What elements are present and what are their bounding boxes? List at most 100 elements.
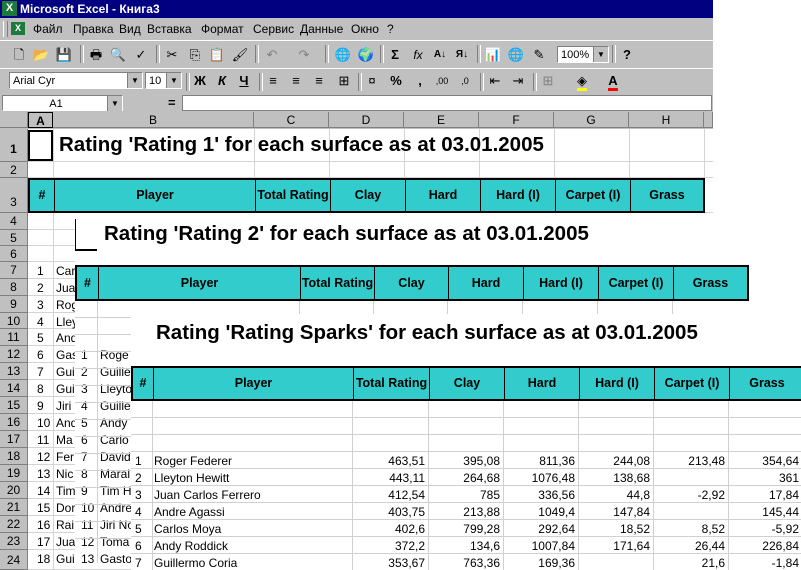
bold-button[interactable]: Ж (190, 71, 210, 91)
column-header-e[interactable]: E (404, 112, 479, 128)
chart-wizard-icon[interactable]: 📊 (483, 45, 503, 65)
row-header-10[interactable]: 10 (0, 313, 28, 329)
row-header-8[interactable]: 8 (0, 279, 28, 296)
open-icon[interactable]: 📂 (31, 45, 51, 65)
row-header-24[interactable]: 24 (0, 550, 28, 570)
copy-icon[interactable]: ⎘ (185, 45, 205, 65)
web-toolbar-icon[interactable]: 🌍 (356, 45, 376, 65)
print-preview-icon[interactable]: 🔍 (108, 45, 128, 65)
row-header-14[interactable]: 14 (0, 380, 28, 397)
row-header-4[interactable]: 4 (0, 213, 28, 230)
menu-window[interactable]: Окно (351, 22, 379, 36)
map-icon[interactable]: 🌐 (506, 45, 526, 65)
row-header-11[interactable]: 11 (0, 329, 28, 346)
menu-tools[interactable]: Сервис (253, 22, 294, 36)
name-box[interactable]: A1 ▼ (2, 95, 123, 111)
currency-icon[interactable]: ¤ (362, 71, 382, 91)
percent-icon[interactable]: % (386, 71, 406, 91)
row-header-17[interactable]: 17 (0, 431, 28, 448)
row-header-1[interactable]: 1 (0, 129, 28, 162)
chevron-down-icon[interactable]: ▼ (593, 47, 608, 62)
chevron-down-icon[interactable]: ▼ (127, 73, 142, 88)
spelling-icon[interactable]: ✓ (131, 45, 151, 65)
formula-equals-sign[interactable]: = (168, 95, 176, 110)
row-header-13[interactable]: 13 (0, 363, 28, 380)
select-all-corner[interactable] (0, 112, 28, 128)
font-size-select[interactable]: 10 ▼ (145, 72, 182, 89)
menu-grip[interactable] (3, 21, 8, 37)
hyperlink-icon[interactable]: 🌐 (333, 45, 353, 65)
row-header-21[interactable]: 21 (0, 499, 28, 516)
row-header-3[interactable]: 3 (0, 178, 28, 213)
sort-descending-icon[interactable]: Я↓ (452, 45, 472, 65)
italic-button[interactable]: К (212, 71, 232, 91)
font-value: Arial Cyr (13, 75, 56, 87)
merge-center-icon[interactable]: ⊞ (334, 71, 354, 91)
font-color-icon[interactable]: A (603, 71, 623, 91)
row-header-18[interactable]: 18 (0, 448, 28, 465)
function-wizard-icon[interactable]: fx (408, 45, 428, 65)
menu-file[interactable]: Файл (33, 22, 63, 36)
sort-ascending-icon[interactable]: A↓ (430, 45, 450, 65)
row-header-2[interactable]: 2 (0, 162, 28, 178)
format-painter-icon[interactable]: 🖌 (230, 45, 250, 65)
row-header-19[interactable]: 19 (0, 465, 28, 482)
sheet1-row-index: 4 (37, 315, 44, 329)
column-header-b[interactable]: B (53, 112, 254, 128)
row-header-5[interactable]: 5 (0, 230, 28, 246)
undo-icon[interactable]: ↶ (262, 45, 282, 65)
row-header-7[interactable]: 7 (0, 262, 28, 279)
workbook-icon[interactable]: X (11, 22, 25, 35)
menu-insert[interactable]: Вставка (147, 22, 192, 36)
paste-icon[interactable]: 📋 (207, 45, 227, 65)
increase-indent-icon[interactable]: ⇥ (508, 71, 528, 91)
menu-help[interactable]: ? (387, 22, 394, 36)
print-icon[interactable]: 🖶 (86, 45, 106, 65)
column-header-a[interactable]: A (28, 112, 53, 128)
comma-style-icon[interactable]: , (410, 71, 430, 91)
fill-color-icon[interactable]: ◈ (572, 71, 592, 91)
row-header-23[interactable]: 23 (0, 533, 28, 550)
underline-button[interactable]: Ч (234, 71, 254, 91)
excel-icon[interactable]: X (2, 1, 17, 16)
autosum-icon[interactable]: Σ (385, 45, 405, 65)
decrease-indent-icon[interactable]: ⇤ (485, 71, 505, 91)
row-header-12[interactable]: 12 (0, 346, 28, 363)
increase-decimal-icon[interactable]: ,00 (432, 71, 452, 91)
help-icon[interactable]: ? (617, 45, 637, 65)
column-header-d[interactable]: D (329, 112, 404, 128)
chevron-down-icon[interactable]: ▼ (166, 73, 181, 88)
sheet3-picture[interactable]: Rating 'Rating Sparks' for each surface … (131, 314, 801, 570)
row-header-15[interactable]: 15 (0, 397, 28, 414)
menu-format[interactable]: Формат (201, 22, 244, 36)
row-header-20[interactable]: 20 (0, 482, 28, 499)
chevron-down-icon[interactable]: ▼ (107, 96, 122, 111)
menu-edit[interactable]: Правка (73, 22, 114, 36)
align-left-icon[interactable]: ≡ (263, 71, 283, 91)
borders-icon[interactable]: ⊞ (538, 71, 558, 91)
zoom-select[interactable]: 100% ▼ (557, 46, 609, 63)
drawing-icon[interactable]: ✎ (529, 45, 549, 65)
formula-input[interactable] (182, 95, 712, 111)
active-cell-a1[interactable] (28, 130, 53, 161)
row-header-16[interactable]: 16 (0, 414, 28, 431)
redo-icon[interactable]: ↷ (294, 45, 314, 65)
column-header-f[interactable]: F (479, 112, 554, 128)
row-header-9[interactable]: 9 (0, 296, 28, 313)
save-icon[interactable]: 💾 (54, 45, 74, 65)
new-icon[interactable]: 🗋 (9, 45, 29, 65)
decrease-decimal-icon[interactable]: ,0 (455, 71, 475, 91)
cut-icon[interactable]: ✂ (162, 45, 182, 65)
menu-data[interactable]: Данные (300, 22, 343, 36)
row-header-6[interactable]: 6 (0, 246, 28, 262)
sheet3-cell-grass: 145,44 (762, 505, 799, 519)
column-header-h[interactable]: H (629, 112, 704, 128)
column-header-g[interactable]: G (554, 112, 629, 128)
align-center-icon[interactable]: ≡ (286, 71, 306, 91)
column-header-next[interactable] (704, 112, 713, 128)
font-select[interactable]: Arial Cyr ▼ (9, 72, 143, 89)
menu-view[interactable]: Вид (119, 22, 141, 36)
align-right-icon[interactable]: ≡ (309, 71, 329, 91)
row-header-22[interactable]: 22 (0, 516, 28, 533)
column-header-c[interactable]: C (254, 112, 329, 128)
